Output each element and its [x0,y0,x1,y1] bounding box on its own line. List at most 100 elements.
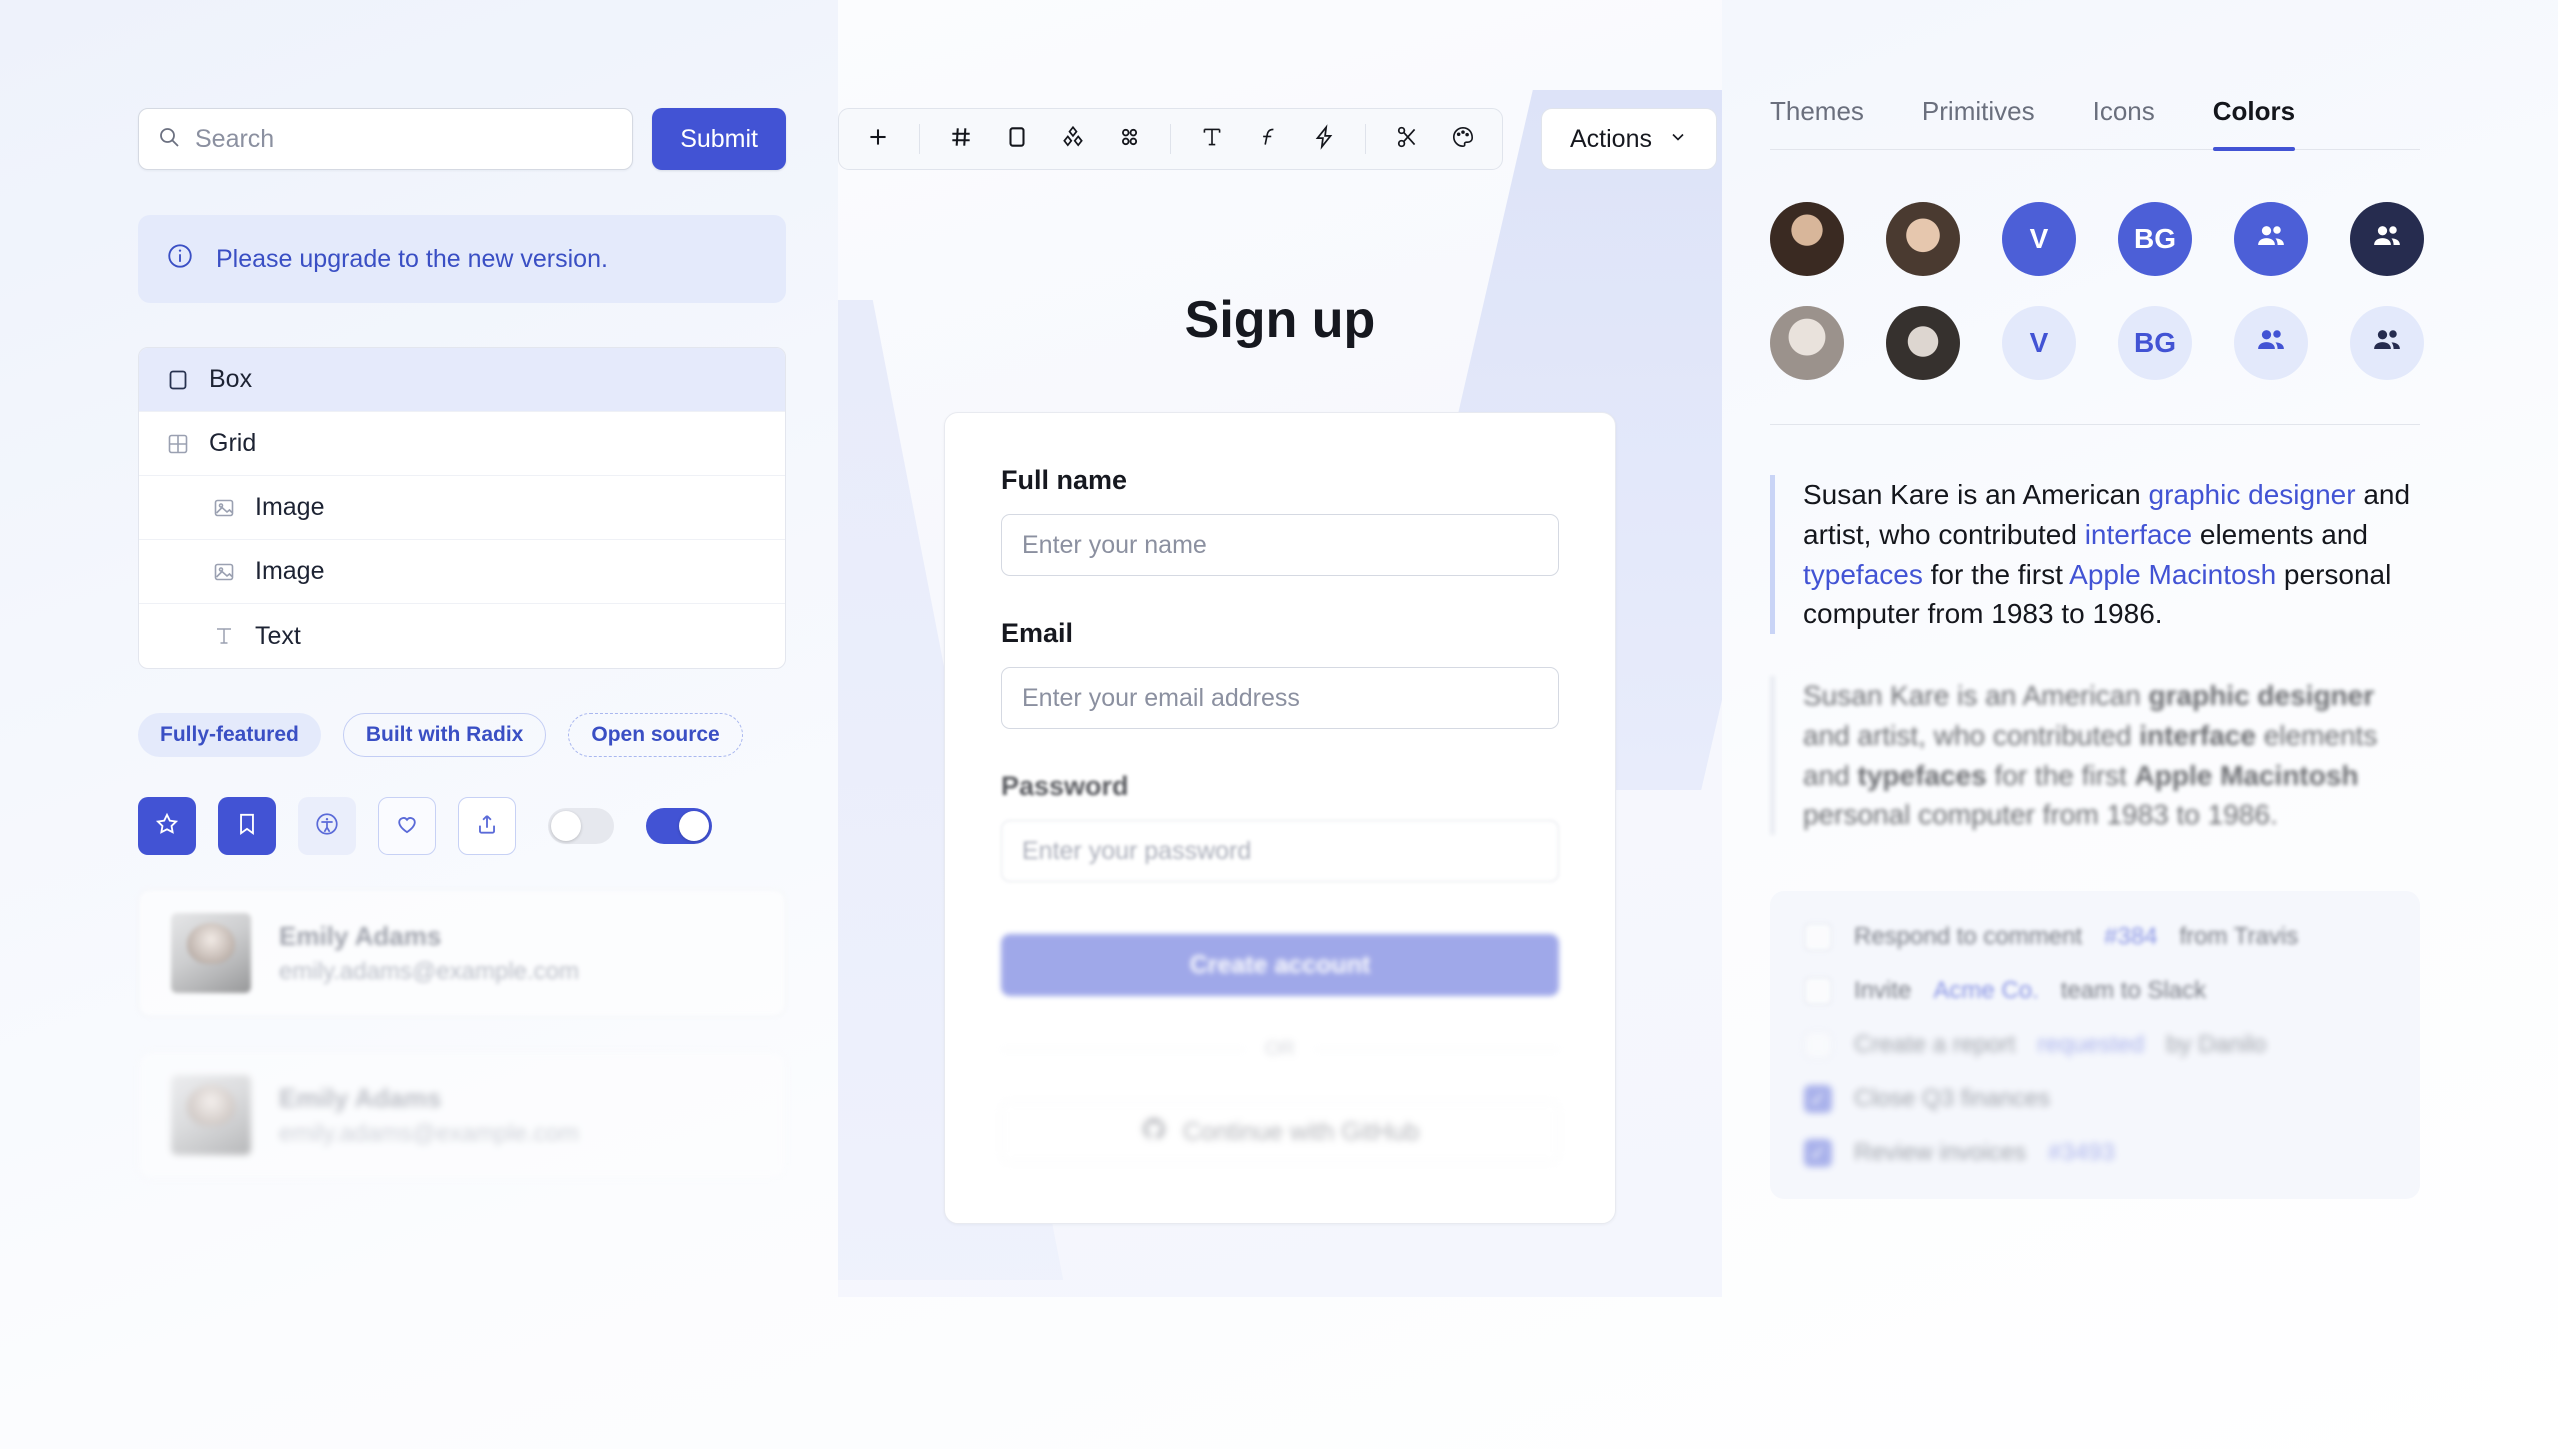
avatar-initials-bg-soft[interactable]: BG [2118,306,2192,380]
field-label: Email [1001,618,1074,648]
avatar-initials-v-soft[interactable]: V [2002,306,2076,380]
search-icon [157,125,181,154]
people-icon [2253,322,2289,365]
tree-item-text[interactable]: Text [139,604,785,668]
todo-text-pre: Review invoices [1854,1139,2027,1166]
lightning-icon [1311,123,1337,155]
todo-item-4[interactable]: Close Q3 finances [1804,1085,2386,1113]
tree-item-image-1[interactable]: Image [139,476,785,540]
todo-item-5[interactable]: Review invoices #3493 [1804,1139,2386,1167]
avatar-photo-1[interactable] [1770,202,1844,276]
search-input[interactable]: Search [138,108,634,170]
plus-icon-button[interactable] [857,118,899,160]
todo-text-pre: Create a report [1854,1031,2016,1058]
todo-item-1[interactable]: Respond to comment #384 from Travis [1804,923,2386,951]
heart-icon [394,811,420,842]
divider-line [1001,1049,1245,1050]
diamonds-icon-button[interactable] [1052,118,1094,160]
toggle-knob [679,811,709,841]
font-f-icon-button[interactable] [1247,118,1289,160]
todo-link[interactable]: Acme Co. [1933,977,2038,1005]
user-email: emily.adams@example.com [279,1119,580,1147]
toggle-switch-on[interactable] [646,808,712,844]
actions-dropdown[interactable]: Actions [1541,108,1717,170]
email-input[interactable]: Enter your email address [1001,667,1559,729]
field-email: Email Enter your email address [1001,618,1559,729]
tab-colors[interactable]: Colors [2212,96,2296,151]
quote-link-typefaces[interactable]: typefaces [1803,559,1923,590]
checkbox[interactable] [1804,923,1832,951]
todo-list-card: Respond to comment #384 from Travis Invi… [1770,891,2420,1199]
avatar-photo-2[interactable] [1886,202,1960,276]
quote-text-1: Susan Kare is an American [1803,479,2149,510]
badge-open-source[interactable]: Open source [568,713,743,757]
star-icon [154,811,180,842]
user-info: Emily Adams emily.adams@example.com [279,1083,579,1148]
todo-text-pre: Respond to comment [1854,923,2083,950]
tab-icons[interactable]: Icons [2093,96,2155,149]
continue-with-github-button[interactable]: Continue with GitHub [1001,1101,1559,1163]
checkbox[interactable] [1804,977,1832,1005]
avatar-initials-v[interactable]: V [2002,202,2076,276]
hash-grid-icon-button[interactable] [940,118,982,160]
bookmark-icon-button[interactable] [218,797,276,855]
right-column: Themes Primitives Icons Colors V BG V BG… [1770,96,2424,1199]
quote2-bold-interface: interface [2139,719,2256,751]
tree-item-grid[interactable]: Grid [139,412,785,476]
todo-text-pre: Invite [1854,977,1912,1004]
full-name-input[interactable]: Enter your name [1001,514,1559,576]
blockquote-links: Susan Kare is an American graphic design… [1770,475,2420,634]
palette-icon-button[interactable] [1442,118,1484,160]
avatar-initials-bg[interactable]: BG [2118,202,2192,276]
tab-themes[interactable]: Themes [1770,96,1864,149]
quote2-text-2: and artist, who contributed [1803,719,2140,751]
avatar-photo-3[interactable] [1770,306,1844,380]
avatar-people-solid[interactable] [2234,202,2308,276]
create-account-button[interactable]: Create account [1001,934,1559,996]
chevron-down-icon [1668,125,1688,154]
avatar-people-soft-dark[interactable] [2350,306,2424,380]
user-card-2[interactable]: Emily Adams emily.adams@example.com [138,1051,786,1179]
quote-link-apple-macintosh[interactable]: Apple Macintosh [2069,559,2276,590]
badge-built-with-radix[interactable]: Built with Radix [342,713,547,757]
checkbox[interactable] [1804,1031,1832,1059]
submit-button[interactable]: Submit [652,108,786,170]
todo-link[interactable]: #3493 [2048,1139,2115,1167]
tab-primitives[interactable]: Primitives [1922,96,2035,149]
avatar-people-soft[interactable] [2234,306,2308,380]
tree-item-image-2[interactable]: Image [139,540,785,604]
avatar-people-dark[interactable] [2350,202,2424,276]
dots-grid-icon [1116,124,1142,155]
todo-link[interactable]: requested [2037,1031,2144,1059]
tree-item-box[interactable]: Box [139,348,785,412]
lightning-icon-button[interactable] [1303,118,1345,160]
upgrade-callout: Please upgrade to the new version. [138,215,786,303]
toggle-switch-off[interactable] [548,808,614,844]
checkbox[interactable] [1804,1139,1832,1167]
todo-item-2[interactable]: Invite Acme Co. team to Slack [1804,977,2386,1005]
todo-item-3[interactable]: Create a report requested by Danilo [1804,1031,2386,1059]
square-outline-icon-button[interactable] [996,118,1038,160]
user-card-1[interactable]: Emily Adams emily.adams@example.com [138,889,786,1017]
checkbox[interactable] [1804,1085,1832,1113]
password-input[interactable]: Enter your password [1001,820,1559,882]
text-t-icon-button[interactable] [1191,118,1233,160]
scissors-icon-button[interactable] [1386,118,1428,160]
heart-icon-button[interactable] [378,797,436,855]
avatar-photo-4[interactable] [1886,306,1960,380]
search-placeholder: Search [195,124,275,153]
dots-grid-icon-button[interactable] [1108,118,1150,160]
todo-link[interactable]: #384 [2104,923,2157,951]
accessibility-icon-button[interactable] [298,797,356,855]
quote-link-graphic-designer[interactable]: graphic designer [2149,479,2356,510]
quote-link-interface[interactable]: interface [2085,519,2192,550]
or-label: OR [1265,1038,1295,1060]
field-label: Full name [1001,465,1128,495]
star-icon-button[interactable] [138,797,196,855]
divider-line [1315,1049,1559,1050]
quote-text-3: elements and [2192,518,2368,550]
icon-button-row [138,797,786,855]
badge-fully-featured[interactable]: Fully-featured [138,713,321,757]
share-icon-button[interactable] [458,797,516,855]
